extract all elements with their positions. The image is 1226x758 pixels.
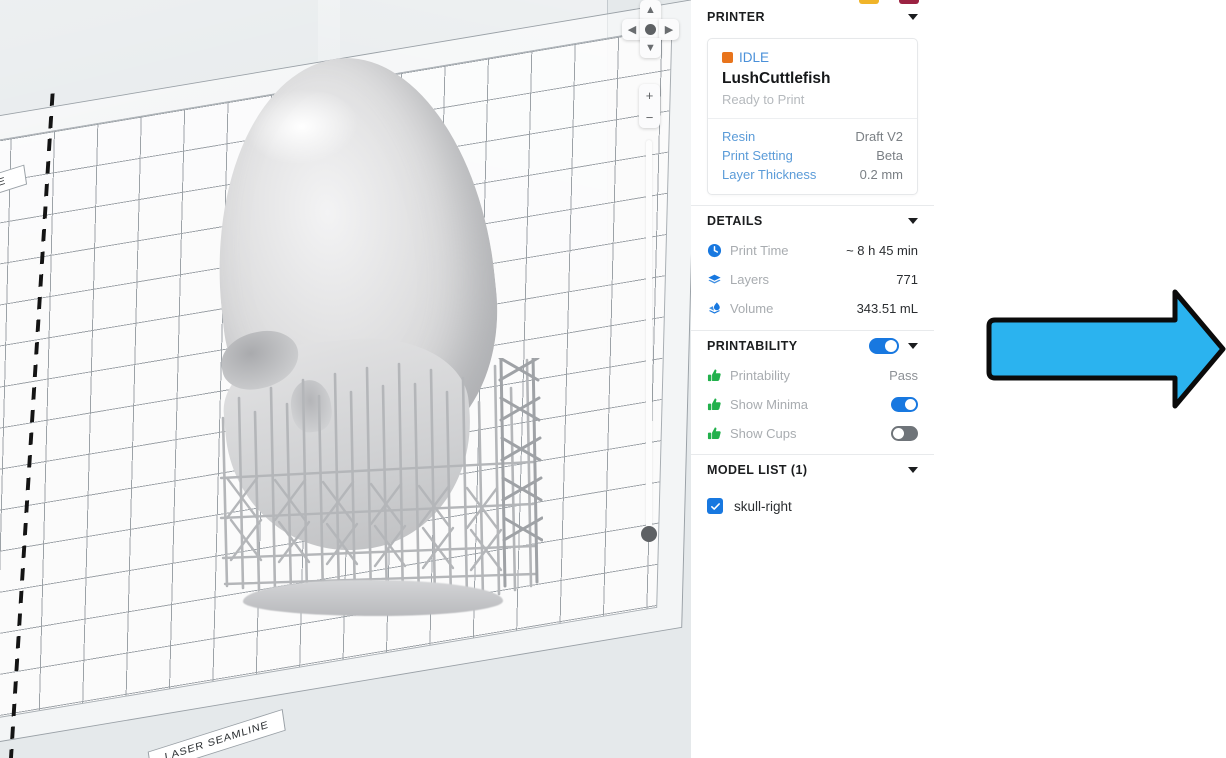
model-list-chevron-down-icon[interactable] xyxy=(908,467,918,473)
show-cups-row: Show Cups xyxy=(691,419,934,448)
3d-viewport[interactable]: MIXER SIDE LASER SEAMLINE xyxy=(0,0,691,758)
volume-icon xyxy=(707,301,727,316)
layer-thickness-value: 0.2 mm xyxy=(860,167,903,182)
thumbs-up-icon xyxy=(707,426,727,441)
model-list-section-title: MODEL LIST (1) xyxy=(707,463,808,477)
printer-status-row: IDLE xyxy=(722,50,903,65)
resin-label[interactable]: Resin xyxy=(722,129,755,144)
details-section-title: DETAILS xyxy=(707,214,763,228)
model-visibility-checkbox[interactable] xyxy=(707,498,723,514)
printer-name: LushCuttlefish xyxy=(722,70,903,88)
print-time-row: Print Time ~ 8 h 45 min xyxy=(691,236,934,265)
status-square-icon xyxy=(722,52,733,63)
layers-value: 771 xyxy=(896,272,918,287)
printer-section-title: PRINTER xyxy=(707,10,765,24)
printer-chevron-down-icon[interactable] xyxy=(908,14,918,20)
arrow-right-icon xyxy=(985,288,1226,410)
printer-card[interactable]: IDLE LushCuttlefish Ready to Print Resin… xyxy=(707,38,918,195)
slider-handle[interactable] xyxy=(641,526,657,542)
list-item[interactable]: skull-right xyxy=(691,491,934,521)
printability-section-header[interactable]: PRINTABILITY xyxy=(691,331,934,361)
details-section-header[interactable]: DETAILS xyxy=(691,206,934,236)
volume-row: Volume 343.51 mL xyxy=(691,294,934,323)
show-minima-row: Show Minima xyxy=(691,390,934,419)
reset-view-button[interactable] xyxy=(645,24,656,35)
printability-chevron-down-icon[interactable] xyxy=(908,343,918,349)
print-setting-value: Beta xyxy=(876,148,903,163)
print-time-value: ~ 8 h 45 min xyxy=(846,243,918,258)
printability-row: Printability Pass xyxy=(691,361,934,390)
printer-ready-subtitle: Ready to Print xyxy=(722,92,903,107)
clipped-toolbar-icons xyxy=(859,0,929,8)
printability-section-title: PRINTABILITY xyxy=(707,339,798,353)
printer-card-top: IDLE LushCuttlefish Ready to Print xyxy=(708,39,917,119)
printer-slicer-app: MIXER SIDE LASER SEAMLINE xyxy=(0,0,1226,758)
layers-label: Layers xyxy=(730,272,896,287)
layers-icon xyxy=(707,272,727,287)
resin-value: Draft V2 xyxy=(855,129,903,144)
printability-header-controls xyxy=(869,338,918,354)
printer-setting-row[interactable]: Layer Thickness 0.2 mm xyxy=(722,165,903,184)
model-name-label: skull-right xyxy=(734,499,792,514)
thumbs-up-icon xyxy=(707,397,727,412)
zoom-out-button[interactable]: − xyxy=(639,106,660,128)
clock-icon xyxy=(707,243,727,258)
printability-status-value: Pass xyxy=(889,368,918,383)
model-list-section-header[interactable]: MODEL LIST (1) xyxy=(691,455,934,485)
view-navigation-dpad[interactable]: ▲ ◀ ▶ ▼ xyxy=(622,0,678,72)
show-minima-label: Show Minima xyxy=(730,397,891,412)
layers-row: Layers 771 xyxy=(691,265,934,294)
pan-up-button[interactable]: ▲ xyxy=(640,0,661,20)
support-lattice-svg xyxy=(213,358,543,608)
show-cups-toggle[interactable] xyxy=(891,426,918,441)
details-chevron-down-icon[interactable] xyxy=(908,218,918,224)
printability-master-toggle[interactable] xyxy=(869,338,899,354)
toolbar-icon-red[interactable] xyxy=(899,0,919,4)
print-setting-label[interactable]: Print Setting xyxy=(722,148,793,163)
printer-settings-rows: Resin Draft V2 Print Setting Beta Layer … xyxy=(708,119,917,194)
pan-right-button[interactable]: ▶ xyxy=(659,19,679,40)
show-cups-label: Show Cups xyxy=(730,426,891,441)
show-minima-toggle[interactable] xyxy=(891,397,918,412)
slider-track[interactable] xyxy=(646,140,652,532)
layer-thickness-label[interactable]: Layer Thickness xyxy=(722,167,816,182)
printability-label: Printability xyxy=(730,368,889,383)
pan-down-button[interactable]: ▼ xyxy=(640,38,661,58)
pan-left-button[interactable]: ◀ xyxy=(622,19,642,40)
layer-height-slider[interactable] xyxy=(641,140,657,548)
build-scene: MIXER SIDE LASER SEAMLINE xyxy=(0,0,691,758)
toolbar-icon-yellow[interactable] xyxy=(859,0,879,4)
printer-setting-row[interactable]: Print Setting Beta xyxy=(722,146,903,165)
volume-value: 343.51 mL xyxy=(857,301,918,316)
printer-setting-row[interactable]: Resin Draft V2 xyxy=(722,127,903,146)
skull-model[interactable] xyxy=(195,40,525,600)
right-side-panel: PRINTER IDLE LushCuttlefish Ready to Pri… xyxy=(691,0,934,758)
print-time-label: Print Time xyxy=(730,243,846,258)
zoom-in-button[interactable]: + xyxy=(639,84,660,106)
support-raft xyxy=(243,580,503,616)
zoom-controls[interactable]: + − xyxy=(639,84,660,128)
blue-right-arrow xyxy=(985,288,1226,410)
thumbs-up-icon xyxy=(707,368,727,383)
volume-label: Volume xyxy=(730,301,857,316)
status-badge: IDLE xyxy=(739,50,769,65)
laser-seamline-label: LASER SEAMLINE xyxy=(148,709,286,758)
support-structure xyxy=(213,358,543,608)
